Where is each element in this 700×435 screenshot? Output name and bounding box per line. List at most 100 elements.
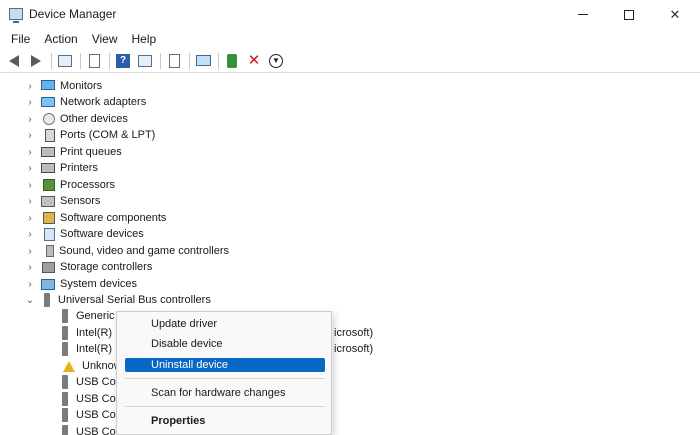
- tree-item-sensors[interactable]: › Sensors: [0, 193, 100, 209]
- menu-help[interactable]: Help: [125, 32, 164, 46]
- tree-item-processors[interactable]: › Processors: [0, 177, 115, 193]
- minimize-button[interactable]: [560, 0, 606, 29]
- usb-icon: [62, 425, 68, 435]
- print-queue-icon: [41, 147, 55, 157]
- chevron-right-icon[interactable]: ›: [25, 212, 35, 224]
- tree-item-monitors[interactable]: › Monitors: [0, 78, 102, 94]
- tree-item-label: Processors: [60, 179, 116, 191]
- tree-item-usb-unknown[interactable]: Unknow: [0, 358, 122, 374]
- monitor-icon: [41, 80, 55, 90]
- tree-item-label: Software devices: [60, 228, 144, 240]
- disable-device-icon: ▼: [269, 53, 283, 68]
- sound-icon: [46, 245, 54, 257]
- update-driver-icon: [168, 53, 180, 68]
- tree-item-other-devices[interactable]: › Other devices: [0, 111, 128, 127]
- tree-item-sound-video[interactable]: › Sound, video and game controllers: [0, 243, 229, 259]
- chevron-right-icon[interactable]: ›: [25, 261, 35, 273]
- tree-item-label: Universal Serial Bus controllers: [58, 294, 211, 306]
- enable-device-icon: [227, 53, 237, 68]
- usb-icon: [44, 293, 50, 307]
- usb-icon: [62, 309, 68, 323]
- minimize-icon: [578, 14, 588, 15]
- chevron-right-icon[interactable]: ›: [25, 129, 35, 141]
- tree-item-software-components[interactable]: › Software components: [0, 210, 166, 226]
- enable-device-button[interactable]: [223, 52, 241, 70]
- uninstall-icon: ✕: [247, 52, 261, 69]
- tree-item-software-devices[interactable]: › Software devices: [0, 226, 144, 242]
- scan-hardware-button[interactable]: [194, 52, 212, 70]
- maximize-button[interactable]: [606, 0, 652, 29]
- tree-item-storage-controllers[interactable]: › Storage controllers: [0, 259, 152, 275]
- tree-item-print-queues[interactable]: › Print queues: [0, 144, 121, 160]
- forward-icon: [31, 54, 41, 67]
- menu-scan-hardware-changes[interactable]: Scan for hardware changes: [125, 386, 325, 400]
- close-icon: ✕: [669, 6, 681, 22]
- toolbar-divider: [80, 52, 81, 69]
- chevron-right-icon[interactable]: ›: [25, 113, 35, 125]
- tree-item-usb-intel-1[interactable]: Intel(R): [0, 325, 112, 341]
- ports-icon: [45, 128, 55, 142]
- tree-item-label: Generic: [76, 310, 115, 322]
- usb-icon: [62, 326, 68, 340]
- tree-item-label-suffix: icrosoft): [334, 343, 374, 355]
- back-icon: [9, 54, 19, 67]
- back-button[interactable]: [5, 52, 23, 70]
- menu-properties[interactable]: Properties: [125, 414, 325, 428]
- tree-item-ports[interactable]: › Ports (COM & LPT): [0, 127, 155, 143]
- tree-item-network-adapters[interactable]: › Network adapters: [0, 94, 146, 110]
- chevron-right-icon[interactable]: ›: [25, 179, 35, 191]
- tree-item-system-devices[interactable]: › System devices: [0, 276, 137, 292]
- menu-action[interactable]: Action: [37, 32, 84, 46]
- tree-item-label: Sound, video and game controllers: [59, 245, 229, 257]
- menu-update-driver[interactable]: Update driver: [125, 317, 325, 331]
- tree-item-label: Printers: [60, 162, 98, 174]
- chevron-right-icon[interactable]: ›: [25, 80, 35, 92]
- uninstall-device-button[interactable]: ✕: [245, 52, 263, 70]
- close-button[interactable]: ✕: [652, 0, 698, 29]
- chevron-right-icon[interactable]: ›: [25, 146, 35, 158]
- title-bar: Device Manager ✕: [0, 0, 700, 29]
- chevron-right-icon[interactable]: ›: [25, 96, 35, 108]
- tree-item-label: Other devices: [60, 113, 128, 125]
- toolbar-divider: [51, 52, 52, 69]
- tree-item-usb-composite-3[interactable]: USB Co: [0, 407, 116, 423]
- warning-icon: [63, 360, 75, 372]
- sensor-icon: [41, 195, 55, 207]
- update-driver-button[interactable]: [165, 52, 183, 70]
- tree-item-usb-generic[interactable]: Generic: [0, 308, 115, 324]
- help-icon: ?: [116, 53, 130, 68]
- chevron-down-icon[interactable]: ⌄: [25, 294, 35, 306]
- device-manager-icon: [9, 8, 23, 23]
- disable-device-button[interactable]: ▼: [267, 52, 285, 70]
- tree-item-usb-intel-2[interactable]: Intel(R): [0, 341, 112, 357]
- tree-item-label: USB Co: [76, 376, 116, 388]
- software-component-icon: [43, 212, 55, 224]
- other-devices-icon: [43, 113, 55, 125]
- menu-divider: [125, 406, 325, 407]
- software-device-icon: [44, 227, 55, 241]
- tree-item-printers[interactable]: › Printers: [0, 160, 98, 176]
- chevron-right-icon[interactable]: ›: [25, 162, 35, 174]
- properties-button[interactable]: [85, 52, 103, 70]
- forward-button[interactable]: [27, 52, 45, 70]
- chevron-right-icon[interactable]: ›: [25, 228, 35, 240]
- chevron-right-icon[interactable]: ›: [25, 195, 35, 207]
- usb-icon: [62, 375, 68, 389]
- context-menu: Update driver Disable device Uninstall d…: [116, 311, 332, 435]
- menu-uninstall-device[interactable]: Uninstall device: [125, 358, 325, 372]
- tree-item-usb-controllers[interactable]: ⌄ Universal Serial Bus controllers: [0, 292, 211, 308]
- help-button[interactable]: ?: [114, 52, 132, 70]
- tree-item-usb-composite-2[interactable]: USB Co: [0, 391, 116, 407]
- show-hide-tree-button[interactable]: [56, 52, 74, 70]
- toolbar-divider: [218, 52, 219, 69]
- chevron-right-icon[interactable]: ›: [25, 278, 35, 290]
- printer-icon: [41, 163, 55, 173]
- menu-view[interactable]: View: [85, 32, 125, 46]
- view-button[interactable]: [136, 52, 154, 70]
- menu-file[interactable]: File: [4, 32, 37, 46]
- chevron-right-icon[interactable]: ›: [25, 245, 35, 257]
- menu-disable-device[interactable]: Disable device: [125, 337, 325, 351]
- tree-item-usb-composite-1[interactable]: USB Co: [0, 374, 116, 390]
- storage-icon: [42, 261, 55, 273]
- tree-item-usb-intel-2-suffix: icrosoft): [334, 341, 373, 357]
